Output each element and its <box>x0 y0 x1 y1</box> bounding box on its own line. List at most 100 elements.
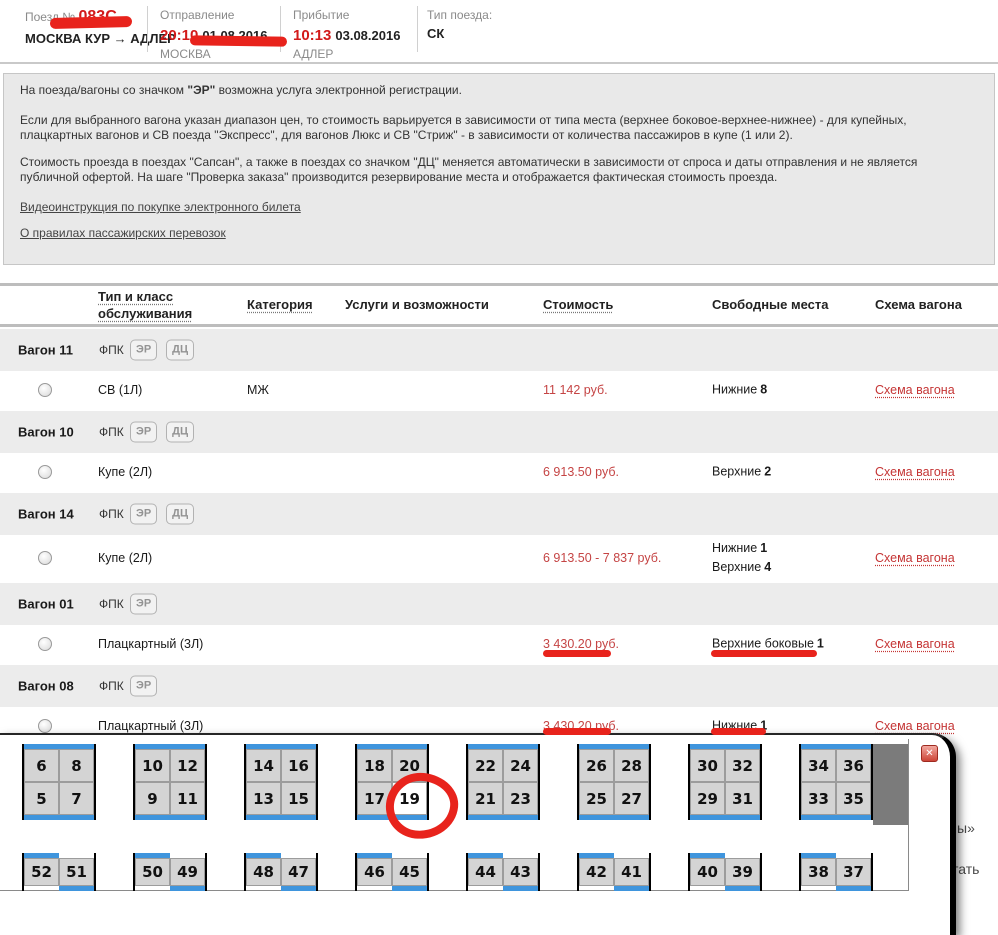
free-seats-cell: Нижние8 <box>712 381 767 400</box>
er-badge: ЭР <box>130 676 157 697</box>
class-cell: Плацкартный (3Л) <box>98 637 203 651</box>
seat-38[interactable]: 38 <box>801 858 836 886</box>
table-row: СВ (1Л) МЖ 11 142 руб. Нижние8 Схема ваг… <box>0 371 998 409</box>
seat-class-radio[interactable] <box>38 465 52 479</box>
table-header-row: Тип и класс обслуживания Категория Услуг… <box>0 283 998 327</box>
compartment-block: 14161315 <box>244 744 318 820</box>
background-text-fragment: ы» <box>957 820 975 836</box>
seat-41[interactable]: 41 <box>614 858 649 886</box>
wagon-name: Вагон 11 <box>18 343 73 358</box>
seat-29[interactable]: 29 <box>690 782 725 815</box>
seat-31[interactable]: 31 <box>725 782 760 815</box>
seat-6[interactable]: 6 <box>24 749 59 782</box>
column-header-price[interactable]: Стоимость <box>543 297 613 312</box>
class-cell: Плацкартный (3Л) <box>98 719 203 733</box>
seat-32[interactable]: 32 <box>725 749 760 782</box>
seat-50[interactable]: 50 <box>135 858 170 886</box>
wagon-scheme-link[interactable]: Схема вагона <box>875 551 955 565</box>
dc-badge: ДЦ <box>166 422 194 443</box>
marker-underline-seats-wagon01 <box>711 650 817 657</box>
seat-35[interactable]: 35 <box>836 782 871 815</box>
wagon-scheme-link[interactable]: Схема вагона <box>875 637 955 651</box>
seat-15[interactable]: 15 <box>281 782 316 815</box>
seat-11[interactable]: 11 <box>170 782 205 815</box>
seat-26[interactable]: 26 <box>579 749 614 782</box>
seat-8[interactable]: 8 <box>59 749 94 782</box>
arrival-block: Прибытие 10:1303.08.2016 АДЛЕР <box>293 8 400 61</box>
side-seat-pair: 5049 <box>133 853 207 891</box>
seat-36[interactable]: 36 <box>836 749 871 782</box>
seat-18[interactable]: 18 <box>357 749 392 782</box>
header-divider <box>417 6 418 52</box>
side-seat-pair: 5251 <box>22 853 96 891</box>
seat-33[interactable]: 33 <box>801 782 836 815</box>
seat-23[interactable]: 23 <box>503 782 538 815</box>
table-row: Плацкартный (3Л) 3 430.20 руб. Верхние б… <box>0 625 998 663</box>
passenger-rules-link[interactable]: О правилах пассажирских перевозок <box>20 226 226 241</box>
close-icon[interactable]: ✕ <box>921 745 938 762</box>
berth-bar <box>135 815 205 820</box>
seat-43[interactable]: 43 <box>503 858 538 886</box>
wagon-operator: ФПК <box>99 597 124 611</box>
berth-bar <box>614 886 649 891</box>
berth-bar <box>170 886 205 891</box>
wagon-band: Вагон 11 ФПК ЭРДЦ <box>0 329 998 371</box>
seat-49[interactable]: 49 <box>170 858 205 886</box>
seat-40[interactable]: 40 <box>690 858 725 886</box>
seat-37[interactable]: 37 <box>836 858 871 886</box>
seat-30[interactable]: 30 <box>690 749 725 782</box>
seat-45[interactable]: 45 <box>392 858 427 886</box>
berth-bar <box>246 815 316 820</box>
wagon-operator: ФПК <box>99 507 124 521</box>
column-header-services: Услуги и возможности <box>345 297 489 312</box>
berth-bar <box>281 886 316 891</box>
side-seat-pair: 4443 <box>466 853 540 891</box>
column-header-category[interactable]: Категория <box>247 297 313 312</box>
seat-46[interactable]: 46 <box>357 858 392 886</box>
seat-7[interactable]: 7 <box>59 782 94 815</box>
side-seat-pair: 4645 <box>355 853 429 891</box>
seat-5[interactable]: 5 <box>24 782 59 815</box>
video-instruction-link[interactable]: Видеоинструкция по покупке электронного … <box>20 200 301 215</box>
seat-21[interactable]: 21 <box>468 782 503 815</box>
column-header-class[interactable]: Тип и класс обслуживания <box>98 288 216 322</box>
side-seat-pair: 4847 <box>244 853 318 891</box>
seat-class-radio[interactable] <box>38 383 52 397</box>
berth-bar <box>59 886 94 891</box>
seat-10[interactable]: 10 <box>135 749 170 782</box>
seat-34[interactable]: 34 <box>801 749 836 782</box>
seat-class-radio[interactable] <box>38 551 52 565</box>
seat-28[interactable]: 28 <box>614 749 649 782</box>
seat-48[interactable]: 48 <box>246 858 281 886</box>
wagon-scheme-link[interactable]: Схема вагона <box>875 383 955 397</box>
seat-27[interactable]: 27 <box>614 782 649 815</box>
seat-42[interactable]: 42 <box>579 858 614 886</box>
wagon-scheme-link[interactable]: Схема вагона <box>875 465 955 479</box>
seat-51[interactable]: 51 <box>59 858 94 886</box>
seat-39[interactable]: 39 <box>725 858 760 886</box>
seat-14[interactable]: 14 <box>246 749 281 782</box>
seat-16[interactable]: 16 <box>281 749 316 782</box>
seat-47[interactable]: 47 <box>281 858 316 886</box>
compartment-block: 26282527 <box>577 744 651 820</box>
wagon-scheme-link[interactable]: Схема вагона <box>875 719 955 733</box>
seat-12[interactable]: 12 <box>170 749 205 782</box>
class-cell: Купе (2Л) <box>98 465 152 479</box>
seat-52[interactable]: 52 <box>24 858 59 886</box>
table-row: Купе (2Л) 6 913.50 - 7 837 руб. Нижние1 … <box>0 535 998 581</box>
seat-24[interactable]: 24 <box>503 749 538 782</box>
free-seats-cell: Верхние2 <box>712 463 771 482</box>
seat-44[interactable]: 44 <box>468 858 503 886</box>
compartment-block: 22242123 <box>466 744 540 820</box>
seat-9[interactable]: 9 <box>135 782 170 815</box>
car-end-block <box>873 744 908 825</box>
seat-class-radio[interactable] <box>38 637 52 651</box>
seat-22[interactable]: 22 <box>468 749 503 782</box>
berth-bar <box>392 886 427 891</box>
seat-class-radio[interactable] <box>38 719 52 733</box>
wagon-name: Вагон 10 <box>18 425 74 440</box>
seat-25[interactable]: 25 <box>579 782 614 815</box>
compartment-block: 34363335 <box>799 744 873 820</box>
compartment-block: 6857 <box>22 744 96 820</box>
seat-13[interactable]: 13 <box>246 782 281 815</box>
